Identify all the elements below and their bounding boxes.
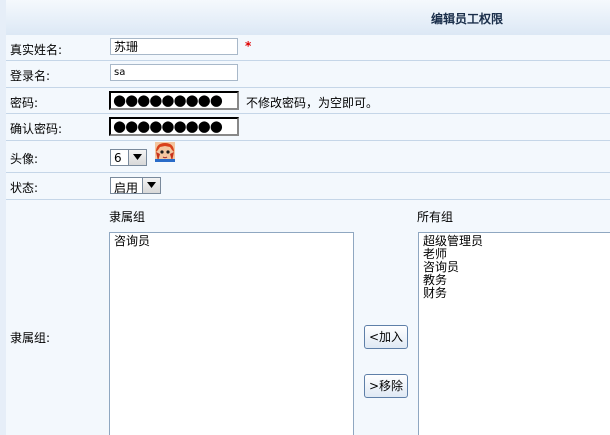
password-hint: 不修改密码，为空即可。 (246, 96, 379, 110)
add-group-button[interactable]: <加入 (364, 325, 408, 349)
row-password: 密码: ●●●●●●●●● 不修改密码，为空即可。 (6, 88, 610, 114)
row-status: 状态: 启用 (6, 173, 610, 200)
status-select-value: 启用 (114, 181, 139, 195)
dropdown-arrow-icon[interactable] (142, 178, 160, 193)
confirm-password-input[interactable]: ●●●●●●●●● (109, 117, 239, 136)
list-item[interactable]: 超级管理员 (423, 235, 610, 248)
avatar-select[interactable]: 6 (110, 149, 147, 166)
remove-group-button[interactable]: >移除 (364, 374, 408, 398)
status-label: 状态: (10, 181, 39, 195)
confirm-password-label: 确认密码: (10, 122, 63, 136)
avatar-select-value: 6 (114, 151, 122, 165)
edit-employee-permissions-form: 编辑员工权限 真实姓名: 苏珊 * 登录名: sa 密码: ●●●●●●●●● … (0, 0, 610, 435)
real-name-input[interactable]: 苏珊 (110, 38, 238, 55)
required-mark: * (245, 39, 252, 53)
real-name-label: 真实姓名: (10, 43, 63, 57)
list-item[interactable]: 教务 (423, 274, 610, 287)
password-input[interactable]: ●●●●●●●●● (109, 91, 239, 110)
avatar-label: 头像: (10, 152, 39, 166)
row-login-name: 登录名: sa (6, 61, 610, 88)
page-header: 编辑员工权限 (6, 0, 610, 36)
assigned-groups-heading: 隶属组 (109, 210, 146, 224)
all-groups-list[interactable]: 超级管理员 老师 咨询员 教务 财务 (418, 232, 610, 435)
dropdown-arrow-icon[interactable] (128, 150, 146, 165)
list-item[interactable]: 咨询员 (423, 261, 610, 274)
password-label: 密码: (10, 96, 39, 110)
row-avatar: 头像: 6 (6, 141, 610, 173)
page-title: 编辑员工权限 (431, 12, 504, 26)
row-confirm-password: 确认密码: ●●●●●●●●● (6, 114, 610, 141)
groups-label: 隶属组: (10, 331, 51, 345)
list-item[interactable]: 财务 (423, 287, 610, 300)
cartoon-avatar-icon (155, 142, 175, 162)
status-select[interactable]: 启用 (110, 177, 161, 195)
row-real-name: 真实姓名: 苏珊 * (6, 35, 610, 61)
list-item[interactable]: 咨询员 (114, 235, 349, 248)
login-name-input[interactable]: sa (110, 64, 238, 81)
all-groups-heading: 所有组 (417, 210, 454, 224)
row-groups: 隶属组: 隶属组 所有组 咨询员 <加入 >移除 超级管理员 老师 咨询员 教务… (6, 200, 610, 435)
assigned-groups-list[interactable]: 咨询员 (109, 232, 354, 435)
login-name-label: 登录名: (10, 69, 51, 83)
